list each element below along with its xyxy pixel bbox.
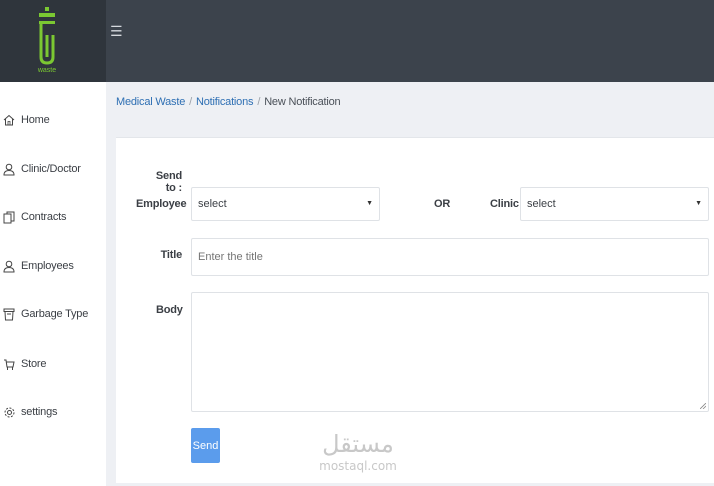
title-input[interactable] — [191, 238, 709, 276]
breadcrumb-separator: / — [257, 96, 261, 108]
sidebar-item-contracts[interactable]: Contracts — [0, 202, 106, 232]
sidebar-item-label: Store — [21, 358, 47, 370]
notification-form-card: Send to : Employee select ▼ OR Clinic se… — [116, 137, 714, 483]
chevron-down-icon: ▼ — [366, 200, 373, 207]
sidebar-item-employees[interactable]: Employees — [0, 251, 106, 281]
body-textarea[interactable] — [191, 292, 709, 412]
logo[interactable]: waste — [0, 0, 106, 82]
waste-bin-logo-icon: waste — [37, 7, 56, 74]
employee-select[interactable]: select ▼ — [191, 187, 380, 221]
clinic-select-value: select — [527, 198, 556, 210]
cart-icon — [2, 356, 16, 372]
sidebar: Home Clinic/Doctor Contracts Employees G… — [0, 82, 106, 486]
clinic-label: Clinic — [490, 198, 519, 210]
send-to-label: Send to : — [155, 170, 182, 194]
chevron-down-icon: ▼ — [695, 200, 702, 207]
document-icon — [2, 209, 16, 225]
sidebar-item-garbage-type[interactable]: Garbage Type — [0, 299, 106, 329]
svg-text:waste: waste — [37, 67, 56, 74]
sidebar-item-label: Garbage Type — [21, 308, 89, 320]
user-icon — [2, 161, 16, 177]
sidebar-item-label: settings — [21, 406, 58, 418]
employee-select-value: select — [198, 198, 227, 210]
menu-toggle-icon[interactable]: ☰ — [110, 22, 124, 40]
user-icon — [2, 258, 16, 274]
send-button[interactable]: Send — [191, 428, 220, 463]
gear-icon — [2, 404, 16, 420]
or-label: OR — [434, 198, 451, 210]
sidebar-item-label: Home — [21, 114, 50, 126]
sidebar-item-clinic-doctor[interactable]: Clinic/Doctor — [0, 154, 106, 184]
resize-handle-icon[interactable] — [700, 403, 706, 409]
breadcrumb: Medical Waste / Notifications / New Notifica… — [116, 96, 341, 108]
title-label: Title — [160, 249, 183, 261]
sidebar-item-label: Clinic/Doctor — [21, 163, 81, 175]
breadcrumb-current: New Notification — [264, 96, 341, 108]
sidebar-item-home[interactable]: Home — [0, 105, 106, 135]
home-icon — [2, 112, 16, 128]
sidebar-item-store[interactable]: Store — [0, 349, 106, 379]
employee-label: Employee — [136, 198, 187, 210]
breadcrumb-separator: / — [189, 96, 192, 108]
sidebar-item-label: Contracts — [21, 211, 67, 223]
sidebar-item-label: Employees — [21, 260, 74, 272]
sidebar-item-settings[interactable]: settings — [0, 397, 106, 427]
clinic-select[interactable]: select ▼ — [520, 187, 709, 221]
trash-icon — [2, 306, 16, 322]
top-header: waste ☰ — [0, 0, 714, 82]
breadcrumb-notifications-link[interactable]: Notifications — [196, 96, 254, 108]
body-label: Body — [156, 304, 183, 316]
breadcrumb-medical-waste-link[interactable]: Medical Waste — [116, 96, 185, 108]
